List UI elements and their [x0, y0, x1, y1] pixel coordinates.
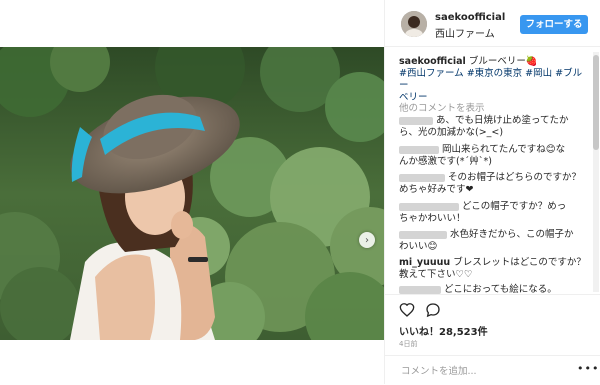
post-actions: いいね！28,523件 4日前 •••	[385, 294, 600, 384]
comment-username[interactable]: xxxxxxx	[399, 116, 433, 125]
comment-bubble-icon	[426, 303, 440, 318]
comment-text-line2: めちゃ好みです❤	[399, 184, 474, 195]
post-photo[interactable]: ›	[0, 47, 384, 340]
caption-hashtags-line1[interactable]: #西山ファーム #東京の東京 #岡山 #ブルー	[399, 68, 582, 91]
comments-list: saekoofficial ブルーベリー🍓 #西山ファーム #東京の東京 #岡山…	[385, 52, 591, 294]
comment-username[interactable]: mi_yuuuu	[399, 257, 450, 268]
avatar[interactable]	[401, 11, 427, 37]
comment-text-line1: ブレスレットはどこのですか？	[453, 257, 586, 268]
comment-username[interactable]: xxxxxxxxxx	[399, 173, 445, 182]
comment-username[interactable]: xxxxxxxxxx	[399, 230, 447, 239]
comment-text-line2: んか感激です(*´艸`*)	[399, 156, 492, 167]
comment-button[interactable]	[425, 302, 441, 318]
next-photo-button[interactable]: ›	[359, 232, 375, 248]
comment-text-line1: 岡山来られてたんですね😊な	[442, 144, 566, 155]
load-more-comments-link[interactable]: 他のコメントを表示	[399, 100, 485, 114]
comment-text-line2: わいい😊	[399, 241, 438, 252]
likes-label: いいね！	[399, 327, 439, 338]
comment-username[interactable]: xxxxxxxx	[399, 145, 439, 154]
list-item: xxxxxxxxxx そのお帽子はどちらのですか？ めちゃ好みです❤	[399, 172, 589, 196]
post-header: saekoofficial 西山ファーム フォローする	[385, 0, 600, 47]
avatar-image	[401, 11, 427, 37]
list-item: xxxxxxxxxxxx どこの帽子ですか？めっ ちゃかわいい！	[399, 201, 589, 225]
list-item: xxxxxxxxx どこにおっても絵になる。	[399, 284, 589, 294]
comment-username[interactable]: xxxxxxxxxxxx	[399, 202, 459, 211]
comment-text-line2: 教えて下さい♡♡	[399, 269, 473, 280]
comments-scrollbar-thumb[interactable]	[593, 55, 599, 150]
add-comment-bar: •••	[385, 355, 600, 385]
header-location[interactable]: 西山ファーム	[435, 25, 495, 40]
caption: saekoofficial ブルーベリー🍓 #西山ファーム #東京の東京 #岡山…	[399, 56, 589, 104]
heart-icon	[399, 303, 415, 317]
likes-count: 28,523件	[439, 327, 488, 338]
comment-input[interactable]	[399, 362, 573, 380]
comment-text-line1: あ、でも日焼け止め塗ってたか	[436, 115, 569, 126]
more-options-icon[interactable]: •••	[577, 362, 599, 375]
caption-text: ブルーベリー🍓	[468, 56, 538, 67]
follow-button[interactable]: フォローする	[520, 15, 588, 34]
list-item: mi_yuuuu ブレスレットはどこのですか？ 教えて下さい♡♡	[399, 257, 589, 281]
like-count[interactable]: いいね！28,523件	[399, 323, 488, 338]
comment-text-line1: 水色好きだから、この帽子か	[450, 229, 574, 240]
comment-username[interactable]: xxxxxxxxx	[399, 285, 441, 294]
post-timestamp[interactable]: 4日前	[399, 339, 417, 349]
header-username[interactable]: saekoofficial	[435, 12, 505, 23]
comment-text-line2: ら、光の加減かな(>_<)	[399, 127, 504, 138]
caption-username[interactable]: saekoofficial	[399, 56, 466, 67]
comment-text-line1: そのお帽子はどちらのですか？	[448, 172, 582, 183]
comment-text-line1: どこにおっても絵になる。	[444, 284, 557, 294]
comment-text-line1: どこの帽子ですか？めっ	[462, 201, 567, 212]
list-item: xxxxxxx あ、でも日焼け止め塗ってたか ら、光の加減かな(>_<)	[399, 115, 589, 139]
comment-text-line2: ちゃかわいい！	[399, 213, 466, 224]
list-item: xxxxxxxx 岡山来られてたんですね😊な んか感激です(*´艸`*)	[399, 144, 589, 168]
post-image	[0, 47, 384, 340]
like-button[interactable]	[399, 302, 415, 318]
post-side-panel: saekoofficial 西山ファーム フォローする saekoofficia…	[384, 0, 600, 384]
chevron-right-icon: ›	[365, 234, 369, 246]
list-item: xxxxxxxxxx 水色好きだから、この帽子か わいい😊	[399, 229, 589, 253]
